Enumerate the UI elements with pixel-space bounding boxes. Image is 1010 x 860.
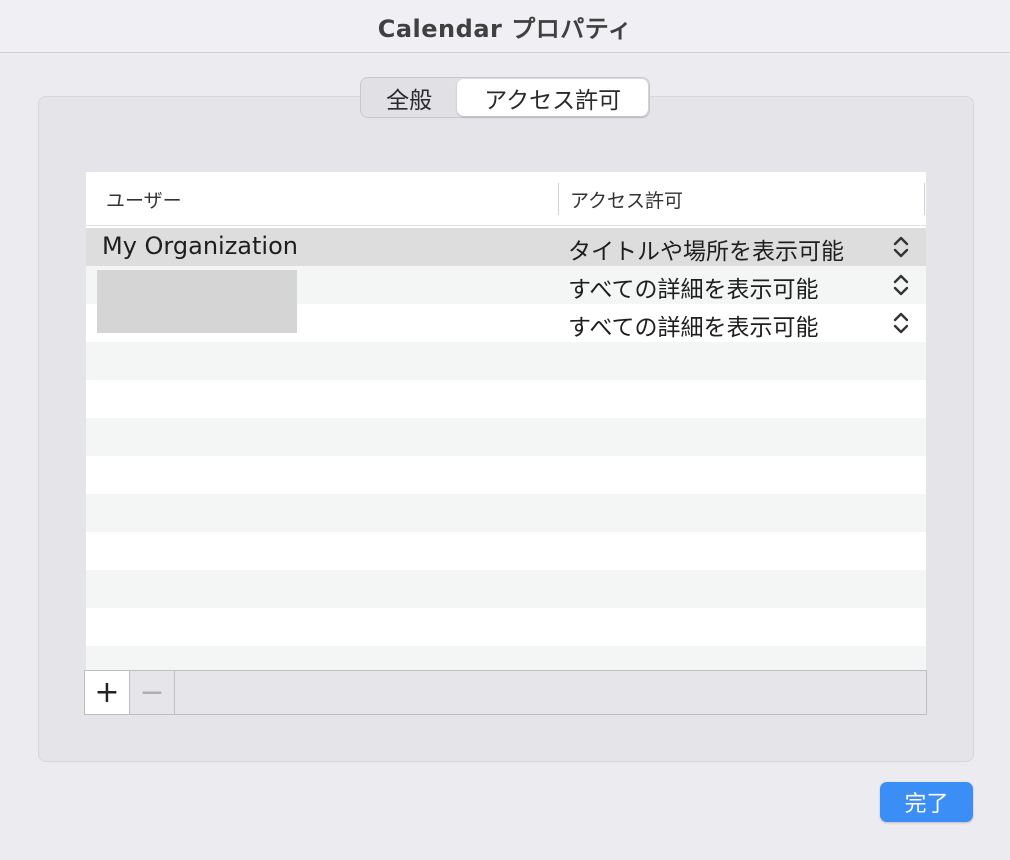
permission-value[interactable]: すべての詳細を表示可能 <box>568 270 818 304</box>
empty-row <box>86 646 926 670</box>
empty-row <box>86 456 926 494</box>
popup-stepper-icon[interactable] <box>892 272 910 298</box>
empty-row <box>86 570 926 608</box>
popup-stepper-icon[interactable] <box>892 310 910 336</box>
table-header: ユーザー アクセス許可 <box>86 172 926 226</box>
window-title: Calendar プロパティ <box>377 14 633 43</box>
table-action-bar: + − <box>84 670 927 715</box>
remove-user-button[interactable]: − <box>130 671 175 714</box>
column-divider <box>924 183 925 215</box>
tab-general[interactable]: 全般 <box>361 78 457 117</box>
column-header-user[interactable]: ユーザー <box>106 186 182 213</box>
empty-row <box>86 532 926 570</box>
empty-row <box>86 418 926 456</box>
permission-value[interactable]: すべての詳細を表示可能 <box>568 308 818 342</box>
empty-row <box>86 342 926 380</box>
title-bar: Calendar プロパティ <box>0 0 1010 53</box>
table-row[interactable]: My Organization タイトルや場所を表示可能 <box>86 228 926 266</box>
permission-value[interactable]: タイトルや場所を表示可能 <box>568 232 844 266</box>
column-header-access[interactable]: アクセス許可 <box>570 186 683 213</box>
user-name: My Organization <box>102 232 298 260</box>
popup-stepper-icon[interactable] <box>892 234 910 260</box>
empty-row <box>86 608 926 646</box>
tab-segmented-control: 全般 アクセス許可 <box>360 77 650 118</box>
add-user-button[interactable]: + <box>85 671 130 714</box>
redacted-user-area <box>97 270 297 333</box>
done-button[interactable]: 完了 <box>880 782 973 822</box>
column-divider <box>558 183 559 215</box>
empty-row <box>86 380 926 418</box>
empty-row <box>86 494 926 532</box>
access-table: ユーザー アクセス許可 My Organization タイトルや場所を表示可能… <box>86 172 926 670</box>
tab-access-permission[interactable]: アクセス許可 <box>457 79 648 116</box>
